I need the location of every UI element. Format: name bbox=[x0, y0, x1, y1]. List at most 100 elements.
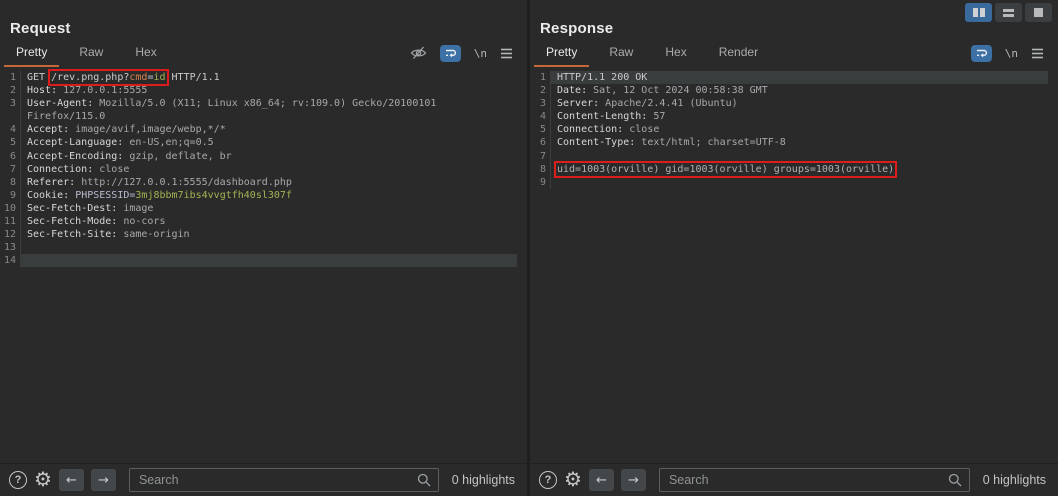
code-line: 4Content-Length: 57 bbox=[530, 110, 1048, 123]
code-line: 7Connection: close bbox=[0, 163, 517, 176]
response-tab-pretty[interactable]: Pretty bbox=[534, 40, 589, 67]
line-number: 6 bbox=[0, 150, 20, 163]
response-tab-render[interactable]: Render bbox=[707, 40, 770, 67]
code-segment: Server: bbox=[557, 98, 599, 109]
line-content: Content-Length: 57 bbox=[550, 110, 1048, 123]
code-segment: uid=1003(orville) gid=1003(orville) grou… bbox=[557, 164, 894, 175]
line-number: 8 bbox=[0, 176, 20, 189]
code-line: 4Accept: image/avif,image/webp,*/* bbox=[0, 123, 517, 136]
line-number: 4 bbox=[0, 123, 20, 136]
search-prev-button[interactable]: ← bbox=[589, 469, 614, 491]
line-number: 4 bbox=[530, 110, 550, 123]
code-segment: HTTP/1.1 200 OK bbox=[557, 72, 647, 83]
code-segment: Apache/2.4.41 (Ubuntu) bbox=[599, 98, 737, 109]
code-segment: Date: bbox=[557, 85, 587, 96]
response-title: Response bbox=[540, 20, 1058, 37]
code-line: 6Content-Type: text/html; charset=UTF-8 bbox=[530, 136, 1048, 149]
search-prev-button[interactable]: ← bbox=[59, 469, 84, 491]
code-segment: Mozilla/5.0 (X11; Linux x86_64; rv:109.0… bbox=[93, 98, 436, 109]
code-segment: Sec-Fetch-Site: bbox=[27, 229, 117, 240]
line-number: 11 bbox=[0, 215, 20, 228]
response-tab-raw[interactable]: Raw bbox=[597, 40, 645, 67]
request-tab-hex[interactable]: Hex bbox=[123, 40, 168, 67]
word-wrap-toggle-button[interactable] bbox=[971, 45, 992, 62]
code-segment: same-origin bbox=[117, 229, 189, 240]
code-segment: Sec-Fetch-Dest: bbox=[27, 203, 117, 214]
line-content bbox=[550, 176, 1048, 189]
line-content: Server: Apache/2.4.41 (Ubuntu) bbox=[550, 97, 1048, 110]
layout-toggle-group bbox=[965, 3, 1052, 22]
code-line: 14 bbox=[0, 254, 517, 267]
newline-toggle-icon[interactable]: \n bbox=[1005, 47, 1018, 60]
code-segment: Connection: bbox=[557, 124, 623, 135]
menu-icon[interactable] bbox=[500, 48, 513, 59]
code-segment: text/html; charset=UTF-8 bbox=[635, 137, 786, 148]
request-tab-raw[interactable]: Raw bbox=[67, 40, 115, 67]
line-content: Connection: close bbox=[550, 123, 1048, 136]
annotation-highlight-box: uid=1003(orville) gid=1003(orville) grou… bbox=[557, 164, 894, 175]
line-content: Accept-Encoding: gzip, deflate, br bbox=[20, 150, 517, 163]
settings-gear-icon[interactable]: ⚙ bbox=[564, 470, 582, 490]
line-number: 1 bbox=[530, 71, 550, 84]
settings-gear-icon[interactable]: ⚙ bbox=[34, 470, 52, 490]
help-icon[interactable]: ? bbox=[9, 471, 27, 489]
line-number: 5 bbox=[530, 123, 550, 136]
line-number: 9 bbox=[0, 189, 20, 202]
code-segment: 57 bbox=[647, 111, 665, 122]
search-input[interactable] bbox=[659, 468, 970, 492]
code-segment: PHPSESSID= bbox=[75, 190, 135, 201]
code-segment: 3mj8bbm7ibs4vvgtfh40sl307f bbox=[135, 190, 292, 201]
line-content: Firefox/115.0 bbox=[20, 110, 517, 123]
code-line: 5Connection: close bbox=[530, 123, 1048, 136]
word-wrap-toggle-button[interactable] bbox=[440, 45, 461, 62]
code-line: 9 bbox=[530, 176, 1048, 189]
code-segment: Firefox/115.0 bbox=[27, 111, 105, 122]
single-layout-button[interactable] bbox=[1025, 3, 1052, 22]
line-content: Sec-Fetch-Mode: no-cors bbox=[20, 215, 517, 228]
line-number: 7 bbox=[530, 150, 550, 163]
request-editor[interactable]: 1GET /rev.png.php?cmd=id HTTP/1.12Host: … bbox=[0, 66, 527, 463]
request-tab-pretty[interactable]: Pretty bbox=[4, 40, 59, 67]
newline-toggle-icon[interactable]: \n bbox=[474, 47, 487, 60]
code-line: 1GET /rev.png.php?cmd=id HTTP/1.1 bbox=[0, 71, 517, 84]
code-line: 8Referer: http://127.0.0.1:5555/dashboar… bbox=[0, 176, 517, 189]
search-icon bbox=[416, 472, 432, 488]
code-line: 7 bbox=[530, 150, 1048, 163]
code-segment: GET bbox=[27, 72, 51, 83]
code-line: 2Host: 127.0.0.1:5555 bbox=[0, 84, 517, 97]
search-icon bbox=[947, 472, 963, 488]
search-next-button[interactable]: → bbox=[621, 469, 646, 491]
code-segment: HTTP/1.1 bbox=[166, 72, 220, 83]
request-header: Request bbox=[0, 0, 527, 40]
line-number: 2 bbox=[0, 84, 20, 97]
line-content: Content-Type: text/html; charset=UTF-8 bbox=[550, 136, 1048, 149]
line-number: 10 bbox=[0, 202, 20, 215]
search-input[interactable] bbox=[129, 468, 439, 492]
columns-layout-button[interactable] bbox=[965, 3, 992, 22]
line-content: uid=1003(orville) gid=1003(orville) grou… bbox=[550, 163, 1048, 176]
highlights-count: 0 highlights bbox=[983, 473, 1046, 487]
help-icon[interactable]: ? bbox=[539, 471, 557, 489]
code-line: 8uid=1003(orville) gid=1003(orville) gro… bbox=[530, 163, 1048, 176]
line-content: Connection: close bbox=[20, 163, 517, 176]
response-tabs: Pretty Raw Hex Render bbox=[534, 40, 778, 67]
search-next-button[interactable]: → bbox=[91, 469, 116, 491]
response-tab-hex[interactable]: Hex bbox=[653, 40, 698, 67]
code-segment: User-Agent: bbox=[27, 98, 93, 109]
line-number: 12 bbox=[0, 228, 20, 241]
request-tabs: Pretty Raw Hex bbox=[4, 40, 177, 67]
response-editor[interactable]: 1HTTP/1.1 200 OK2Date: Sat, 12 Oct 2024 … bbox=[530, 66, 1058, 463]
rows-layout-button[interactable] bbox=[995, 3, 1022, 22]
annotation-highlight-box: /rev.png.php?cmd=id bbox=[51, 72, 165, 83]
menu-icon[interactable] bbox=[1031, 48, 1044, 59]
code-line: 1 HTTP/1.1 200 OK bbox=[530, 71, 1048, 84]
code-segment: cmd bbox=[129, 72, 147, 83]
code-line: 11Sec-Fetch-Mode: no-cors bbox=[0, 215, 517, 228]
code-segment: Content-Type: bbox=[557, 137, 635, 148]
line-number: 5 bbox=[0, 136, 20, 149]
request-title: Request bbox=[10, 20, 527, 37]
hide-eye-icon[interactable] bbox=[410, 45, 427, 61]
line-content: GET /rev.png.php?cmd=id HTTP/1.1 bbox=[20, 71, 517, 84]
line-number: 14 bbox=[0, 254, 20, 267]
line-number: 2 bbox=[530, 84, 550, 97]
